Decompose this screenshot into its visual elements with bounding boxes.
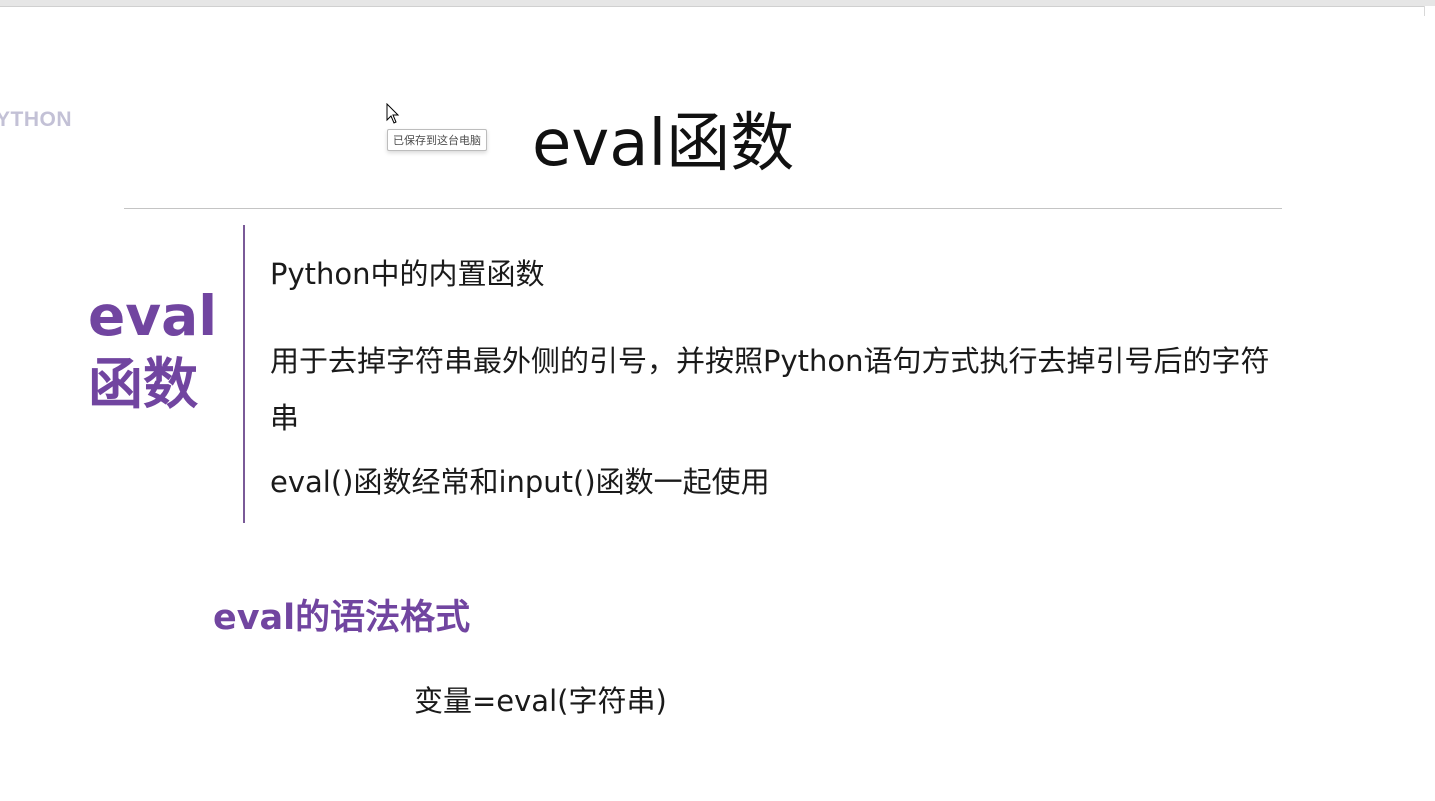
side-title: eval 函数 bbox=[88, 282, 218, 418]
description-purpose: 用于去掉字符串最外侧的引号，并按照Python语句方式执行去掉引号后的字符串 bbox=[270, 344, 1270, 435]
syntax-code: 变量=eval(字符串) bbox=[414, 684, 667, 718]
slide-title: eval函数 bbox=[532, 107, 795, 181]
title-divider bbox=[124, 208, 1282, 209]
python-logo-text: YTHON bbox=[0, 108, 72, 131]
saved-tooltip: 已保存到这台电脑 bbox=[387, 129, 487, 151]
arrow-cursor-icon bbox=[386, 103, 400, 124]
window-top-bar bbox=[0, 0, 1435, 7]
side-title-line-1: eval bbox=[88, 284, 218, 348]
description-builtin: Python中的内置函数 bbox=[270, 257, 545, 291]
window-corner bbox=[1424, 6, 1435, 16]
side-title-line-2: 函数 bbox=[88, 352, 199, 416]
syntax-heading: eval的语法格式 bbox=[213, 598, 471, 638]
description-usage: eval()函数经常和input()函数一起使用 bbox=[270, 465, 770, 499]
vertical-divider bbox=[243, 225, 245, 523]
